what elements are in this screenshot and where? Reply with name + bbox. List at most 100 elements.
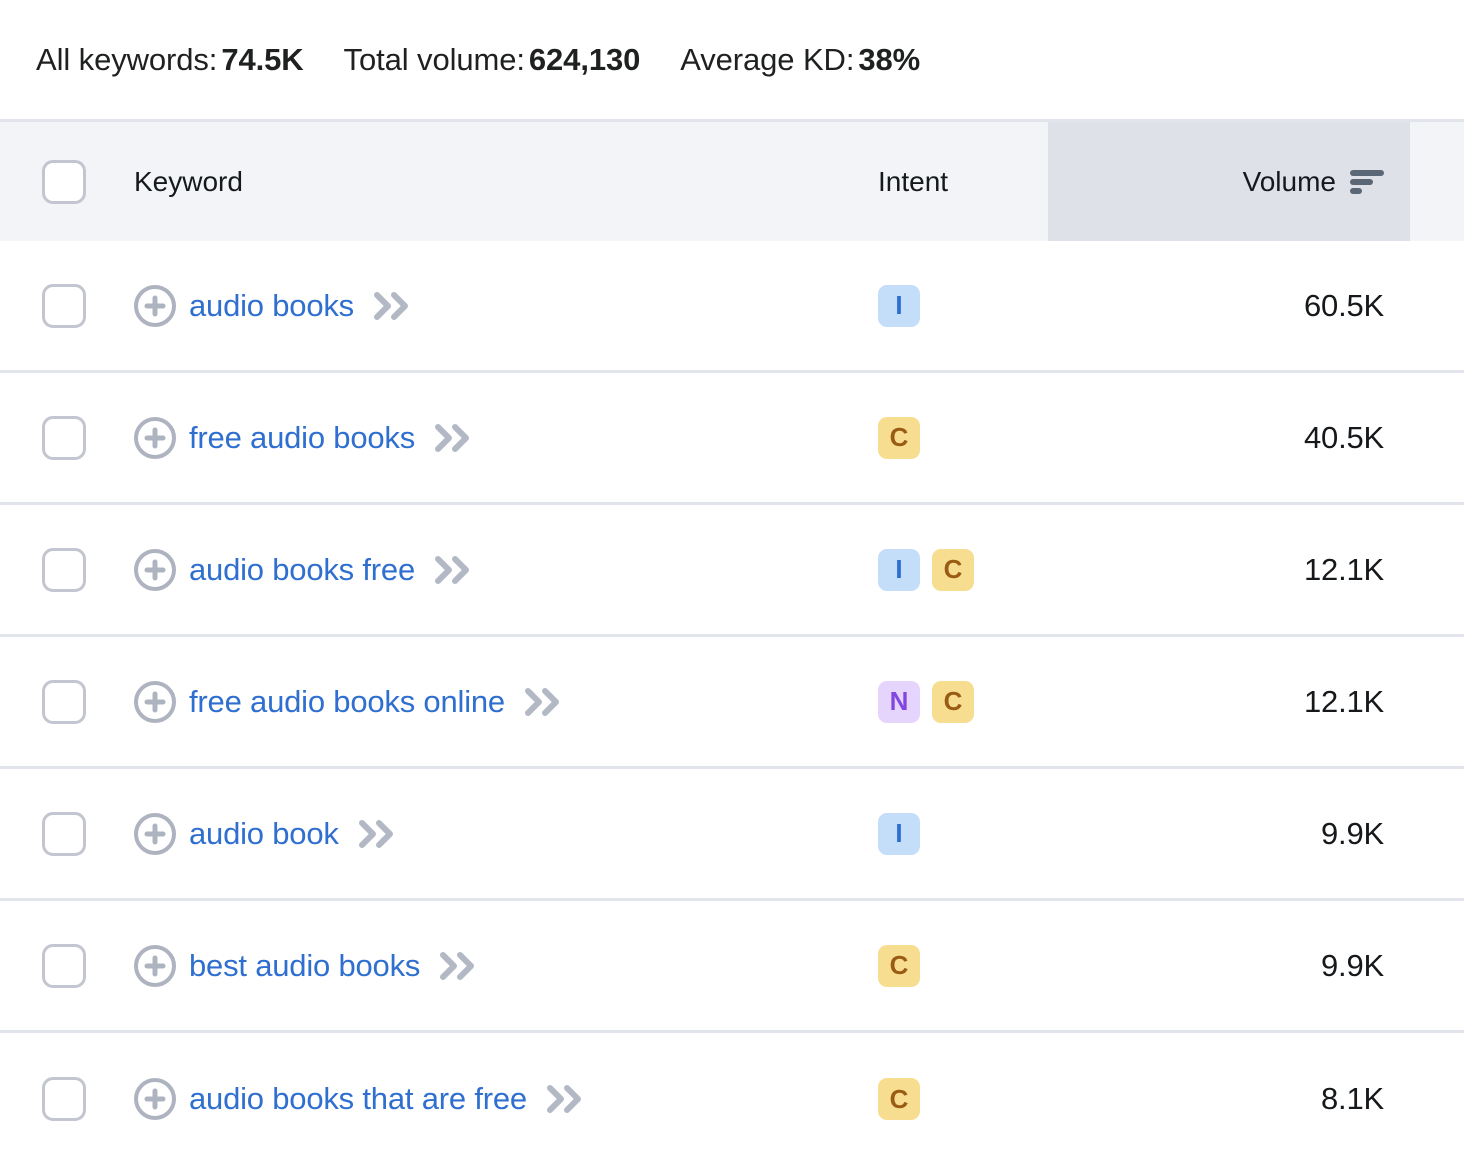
header-cell-keyword[interactable]: Keyword	[134, 166, 878, 198]
row-cell-select	[0, 944, 134, 988]
summary-total-volume-label: Total volume:	[344, 42, 525, 77]
row-cell-select	[0, 1077, 134, 1121]
intent-badge-c[interactable]: C	[932, 681, 974, 723]
row-cell-intent: C	[878, 945, 1074, 987]
row-cell-volume: 12.1K	[1074, 552, 1464, 588]
summary-total-volume: Total volume:624,130	[344, 42, 641, 78]
row-cell-select	[0, 680, 134, 724]
row-cell-intent: IC	[878, 549, 1074, 591]
keyword-link[interactable]: free audio books online	[189, 684, 505, 720]
table-row[interactable]: best audio books C 9.9K	[0, 901, 1464, 1033]
double-chevron-right-icon[interactable]	[545, 1084, 587, 1114]
keyword-link[interactable]: audio books	[189, 288, 354, 324]
volume-value: 60.5K	[1304, 288, 1384, 324]
intent-badge-i[interactable]: I	[878, 285, 920, 327]
double-chevron-right-icon[interactable]	[523, 687, 565, 717]
double-chevron-right-icon[interactable]	[357, 819, 399, 849]
table-body: audio books I 60.5K free audio books	[0, 241, 1464, 1165]
row-cell-keyword: free audio books online	[134, 681, 878, 723]
table-row[interactable]: audio books I 60.5K	[0, 241, 1464, 373]
sort-descending-icon[interactable]	[1350, 169, 1384, 195]
row-cell-select	[0, 548, 134, 592]
column-header-volume: Volume	[1243, 166, 1336, 198]
row-cell-volume: 8.1K	[1074, 1081, 1464, 1117]
row-select-checkbox[interactable]	[42, 680, 86, 724]
row-select-checkbox[interactable]	[42, 548, 86, 592]
header-cell-volume[interactable]: Volume	[1074, 166, 1464, 198]
intent-badge-n[interactable]: N	[878, 681, 920, 723]
row-cell-intent: C	[878, 417, 1074, 459]
row-cell-intent: C	[878, 1078, 1074, 1120]
row-select-checkbox[interactable]	[42, 812, 86, 856]
row-select-checkbox[interactable]	[42, 284, 86, 328]
intent-badge-c[interactable]: C	[932, 549, 974, 591]
keyword-link[interactable]: free audio books	[189, 420, 415, 456]
row-cell-keyword: free audio books	[134, 417, 878, 459]
table-row[interactable]: free audio books C 40.5K	[0, 373, 1464, 505]
row-cell-keyword: audio book	[134, 813, 878, 855]
row-cell-intent: I	[878, 813, 1074, 855]
volume-value: 12.1K	[1304, 684, 1384, 720]
keyword-table-panel: All keywords:74.5K Total volume:624,130 …	[0, 0, 1464, 1168]
keyword-link[interactable]: audio books free	[189, 552, 415, 588]
volume-value: 12.1K	[1304, 552, 1384, 588]
circle-plus-icon[interactable]	[134, 813, 176, 855]
row-cell-volume: 12.1K	[1074, 684, 1464, 720]
circle-plus-icon[interactable]	[134, 1078, 176, 1120]
row-cell-keyword: best audio books	[134, 945, 878, 987]
intent-badge-c[interactable]: C	[878, 945, 920, 987]
summary-bar: All keywords:74.5K Total volume:624,130 …	[0, 0, 1464, 119]
select-all-checkbox[interactable]	[42, 160, 86, 204]
double-chevron-right-icon[interactable]	[372, 291, 414, 321]
summary-average-kd-value: 38%	[858, 42, 920, 77]
row-cell-select	[0, 812, 134, 856]
column-header-intent: Intent	[878, 166, 948, 198]
volume-value: 8.1K	[1321, 1081, 1384, 1117]
double-chevron-right-icon[interactable]	[438, 951, 480, 981]
keyword-link[interactable]: best audio books	[189, 948, 420, 984]
circle-plus-icon[interactable]	[134, 549, 176, 591]
keywords-table: Keyword Intent Volume	[0, 119, 1464, 1165]
volume-value: 9.9K	[1321, 948, 1384, 984]
row-cell-volume: 60.5K	[1074, 288, 1464, 324]
row-cell-select	[0, 284, 134, 328]
row-cell-volume: 9.9K	[1074, 816, 1464, 852]
row-select-checkbox[interactable]	[42, 944, 86, 988]
circle-plus-icon[interactable]	[134, 681, 176, 723]
double-chevron-right-icon[interactable]	[433, 423, 475, 453]
row-cell-intent: I	[878, 285, 1074, 327]
intent-badge-c[interactable]: C	[878, 417, 920, 459]
circle-plus-icon[interactable]	[134, 945, 176, 987]
keyword-link[interactable]: audio books that are free	[189, 1081, 527, 1117]
row-select-checkbox[interactable]	[42, 416, 86, 460]
header-cell-select-all	[0, 160, 134, 204]
volume-value: 9.9K	[1321, 816, 1384, 852]
row-cell-volume: 40.5K	[1074, 420, 1464, 456]
row-cell-keyword: audio books	[134, 285, 878, 327]
double-chevron-right-icon[interactable]	[433, 555, 475, 585]
circle-plus-icon[interactable]	[134, 285, 176, 327]
table-row[interactable]: audio books that are free C 8.1K	[0, 1033, 1464, 1165]
row-cell-intent: NC	[878, 681, 1074, 723]
volume-value: 40.5K	[1304, 420, 1384, 456]
row-cell-keyword: audio books free	[134, 549, 878, 591]
table-header-row: Keyword Intent Volume	[0, 122, 1464, 241]
circle-plus-icon[interactable]	[134, 417, 176, 459]
summary-total-volume-value: 624,130	[529, 42, 640, 77]
summary-all-keywords-label: All keywords:	[36, 42, 217, 77]
row-select-checkbox[interactable]	[42, 1077, 86, 1121]
row-cell-select	[0, 416, 134, 460]
intent-badge-i[interactable]: I	[878, 549, 920, 591]
summary-all-keywords-value: 74.5K	[221, 42, 303, 77]
column-header-keyword: Keyword	[134, 166, 243, 198]
header-cell-intent[interactable]: Intent	[878, 166, 1074, 198]
table-row[interactable]: audio book I 9.9K	[0, 769, 1464, 901]
intent-badge-i[interactable]: I	[878, 813, 920, 855]
row-cell-volume: 9.9K	[1074, 948, 1464, 984]
keyword-link[interactable]: audio book	[189, 816, 339, 852]
summary-all-keywords: All keywords:74.5K	[36, 42, 304, 78]
row-cell-keyword: audio books that are free	[134, 1078, 878, 1120]
table-row[interactable]: free audio books online NC 12.1K	[0, 637, 1464, 769]
table-row[interactable]: audio books free IC 12.1K	[0, 505, 1464, 637]
intent-badge-c[interactable]: C	[878, 1078, 920, 1120]
